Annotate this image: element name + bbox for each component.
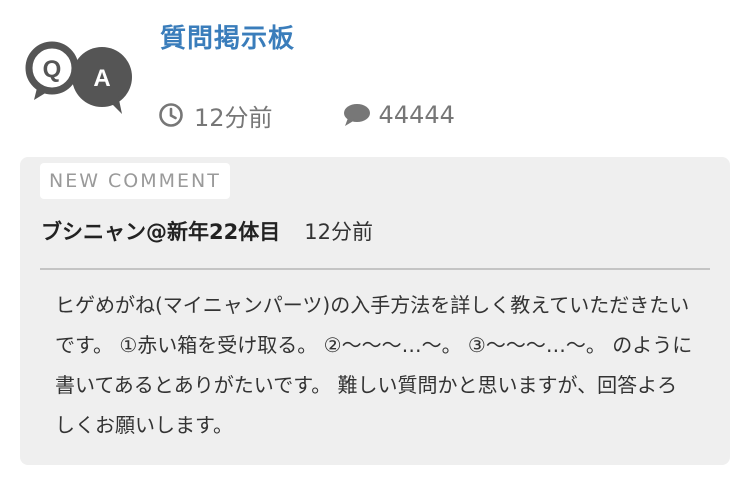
board-title[interactable]: 質問掲示板 (160, 18, 295, 55)
new-comment-badge: NEW COMMENT (40, 163, 230, 199)
qa-logo-icon: Q A (25, 41, 132, 114)
board-meta: 12分前 44444 (158, 98, 455, 132)
comment-body: ヒゲめがね(マイニャンパーツ)の入手方法を詳しく教えていただきたいです。 ①赤い… (55, 293, 693, 437)
board-comment-count: 44444 (343, 101, 455, 129)
comment-author: ブシニャン@新年22体目 (41, 220, 281, 244)
logo-q-letter: Q (43, 56, 62, 83)
comment-count-text: 44444 (378, 101, 455, 129)
comment-divider (40, 268, 710, 270)
board-time-text: 12分前 (194, 103, 273, 132)
board-time: 12分前 (158, 98, 273, 133)
logo-a-letter: A (93, 65, 110, 92)
question-board-page: Q A 質問掲示板 12分前 44444 NEW COMMENT ブシニャン@新… (0, 0, 750, 478)
comment-header: ブシニャン@新年22体目 12分前 (41, 213, 373, 249)
speech-bubble-icon (343, 104, 370, 126)
comment-time: 12分前 (304, 220, 373, 244)
clock-icon (159, 103, 183, 127)
latest-comment-card[interactable]: NEW COMMENT ブシニャン@新年22体目 12分前 ヒゲめがね(マイニャ… (20, 157, 730, 465)
